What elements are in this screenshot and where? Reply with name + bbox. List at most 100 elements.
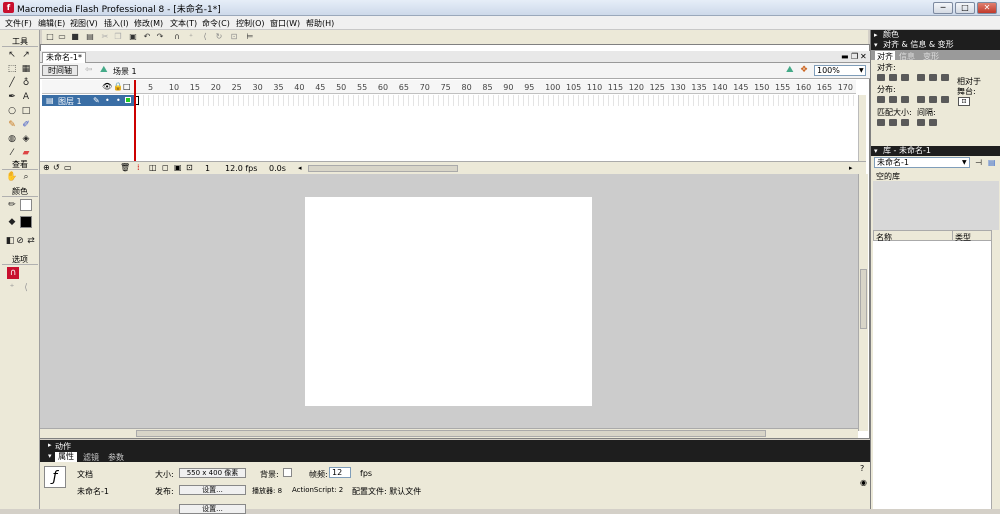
paint-bucket-icon[interactable]: ◈ (20, 133, 32, 145)
hand-tool-icon[interactable]: ✋ (6, 171, 18, 183)
cut-icon[interactable]: ✂ (100, 32, 110, 42)
distribute-left-icon[interactable] (917, 96, 925, 103)
arrow-tool-icon[interactable]: ↖ (6, 49, 18, 61)
eraser-tool-icon[interactable]: ▰ (20, 147, 32, 159)
stroke-color-icon[interactable]: ✏ (6, 199, 18, 211)
smooth-icon[interactable]: ⁺ (186, 32, 196, 42)
insert-folder-icon[interactable]: ▭ (64, 163, 72, 172)
redo-icon[interactable]: ↷ (155, 32, 165, 42)
frame-ruler[interactable]: 5 10 15 20 25 30 35 40 45 50 55 60 65 70 75 80 85 90 95 100… (134, 80, 856, 94)
snap-magnet-icon[interactable]: ∩ (7, 267, 19, 279)
eye-icon[interactable]: 👁 (102, 82, 112, 91)
space-horizontal-icon[interactable] (929, 119, 937, 126)
edit-scene-icon[interactable]: ⛰ (786, 65, 794, 75)
distribute-top-icon[interactable] (877, 96, 885, 103)
match-height-icon[interactable] (889, 119, 897, 126)
line-tool-icon[interactable]: ╱ (6, 77, 18, 89)
align-icon[interactable]: ⊨ (245, 32, 255, 42)
tab-align[interactable]: 对齐 (875, 51, 895, 61)
layer-row[interactable]: ▤ 图层 1 ✎ • • (42, 95, 134, 106)
menu-modify[interactable]: 修改(M) (134, 18, 163, 29)
tab-info[interactable]: 信息 (899, 51, 915, 62)
stage-hscroll-thumb[interactable] (136, 430, 766, 437)
scroll-left-icon[interactable]: ◂ (298, 164, 302, 172)
delete-layer-icon[interactable]: 🗑 (120, 163, 130, 172)
align-bottom-icon[interactable] (941, 74, 949, 81)
tab-transform[interactable]: 变形 (923, 51, 939, 62)
layer-outline-swatch[interactable] (125, 97, 131, 103)
actions-panel-header[interactable]: ▸ 动作 (40, 440, 870, 451)
snap-icon[interactable]: ∩ (172, 32, 182, 42)
brush-tool-icon[interactable]: ✐ (20, 119, 32, 131)
distribute-hcenter-icon[interactable] (929, 96, 937, 103)
rotate-icon[interactable]: ↻ (214, 32, 224, 42)
stage-hscroll[interactable] (40, 428, 858, 438)
minimize-button[interactable]: ─ (933, 2, 953, 14)
bg-color-swatch[interactable] (283, 468, 292, 477)
layer-lock-dot[interactable]: • (116, 96, 121, 105)
distribute-bottom-icon[interactable] (901, 96, 909, 103)
edit-symbol-icon[interactable]: ❖ (800, 65, 808, 75)
menu-commands[interactable]: 命令(C) (202, 18, 230, 29)
layer-visible-dot[interactable]: • (105, 96, 110, 105)
onion-outline-icon[interactable]: ◻ (162, 163, 169, 172)
menu-insert[interactable]: 插入(I) (104, 18, 129, 29)
library-list[interactable] (873, 241, 991, 509)
maximize-button[interactable]: □ (955, 2, 975, 14)
straighten-icon[interactable]: ⟨ (200, 32, 210, 42)
scale-icon[interactable]: ⊡ (229, 32, 239, 42)
fill-swatch[interactable] (20, 216, 32, 228)
align-right-icon[interactable] (901, 74, 909, 81)
to-stage-button[interactable]: ⊡ (958, 97, 970, 106)
ink-bottle-icon[interactable]: ◍ (6, 133, 18, 145)
center-frame-icon[interactable]: ⁞ (137, 163, 140, 172)
pencil-tool-icon[interactable]: ✎ (6, 119, 18, 131)
library-panel-header[interactable]: ▾ 库 - 未命名-1 (871, 146, 1000, 156)
frame-rate[interactable]: 12.0 fps (225, 164, 257, 173)
edit-multiple-icon[interactable]: ▣ (174, 163, 182, 172)
doc-restore-icon[interactable]: ❐ (851, 52, 858, 61)
copy-icon[interactable]: ❐ (113, 32, 123, 42)
timeline-vscroll[interactable] (858, 95, 866, 161)
match-width-icon[interactable] (877, 119, 885, 126)
pen-tool-icon[interactable]: ✒ (6, 91, 18, 103)
library-vscroll[interactable] (991, 230, 999, 509)
menu-view[interactable]: 视图(V) (70, 18, 98, 29)
menu-edit[interactable]: 编辑(E) (38, 18, 65, 29)
timeline-hscroll-thumb[interactable] (308, 165, 458, 172)
lock-icon[interactable]: 🔒 (113, 82, 123, 91)
fill-transform-icon[interactable]: ▦ (20, 63, 32, 75)
settings-button[interactable]: 设置... (179, 485, 246, 495)
timeline-toggle-button[interactable]: 时间轴 (42, 65, 78, 76)
tab-properties[interactable]: 属性 (55, 452, 77, 462)
eyedropper-icon[interactable]: ⁄ (6, 147, 18, 159)
open-icon[interactable]: ▭ (57, 32, 67, 42)
new-icon[interactable]: □ (45, 32, 55, 42)
text-tool-icon[interactable]: A (20, 91, 32, 103)
add-motion-guide-icon[interactable]: ↺ (53, 163, 60, 172)
document-tab[interactable]: 未命名-1* (42, 52, 86, 63)
paste-icon[interactable]: ▣ (128, 32, 138, 42)
match-both-icon[interactable] (901, 119, 909, 126)
oval-tool-icon[interactable]: ○ (6, 105, 18, 117)
onion-markers-icon[interactable]: ⊡ (186, 163, 193, 172)
distribute-right-icon[interactable] (941, 96, 949, 103)
frame-row[interactable] (134, 95, 856, 106)
outline-icon[interactable]: □ (123, 82, 131, 91)
size-button[interactable]: 550 x 400 像素 (179, 468, 246, 478)
pin-library-icon[interactable]: ⊣ (975, 158, 982, 167)
scroll-right-icon[interactable]: ▸ (849, 164, 853, 172)
library-chevron-down-icon[interactable]: ▼ (962, 159, 967, 166)
distribute-vcenter-icon[interactable] (889, 96, 897, 103)
menu-text[interactable]: 文本(T) (170, 18, 197, 29)
zoom-tool-icon[interactable]: ⌕ (20, 171, 32, 183)
smooth-option-icon[interactable]: ⁺ (6, 282, 18, 294)
menu-file[interactable]: 文件(F) (5, 18, 32, 29)
align-top-icon[interactable] (917, 74, 925, 81)
stage-canvas[interactable] (305, 197, 592, 406)
help-icon[interactable]: ? (860, 464, 864, 473)
menu-control[interactable]: 控制(O) (236, 18, 265, 29)
menu-window[interactable]: 窗口(W) (270, 18, 300, 29)
fill-color-icon[interactable]: ◆ (6, 216, 18, 228)
doc-close-icon[interactable]: ✕ (860, 52, 867, 61)
